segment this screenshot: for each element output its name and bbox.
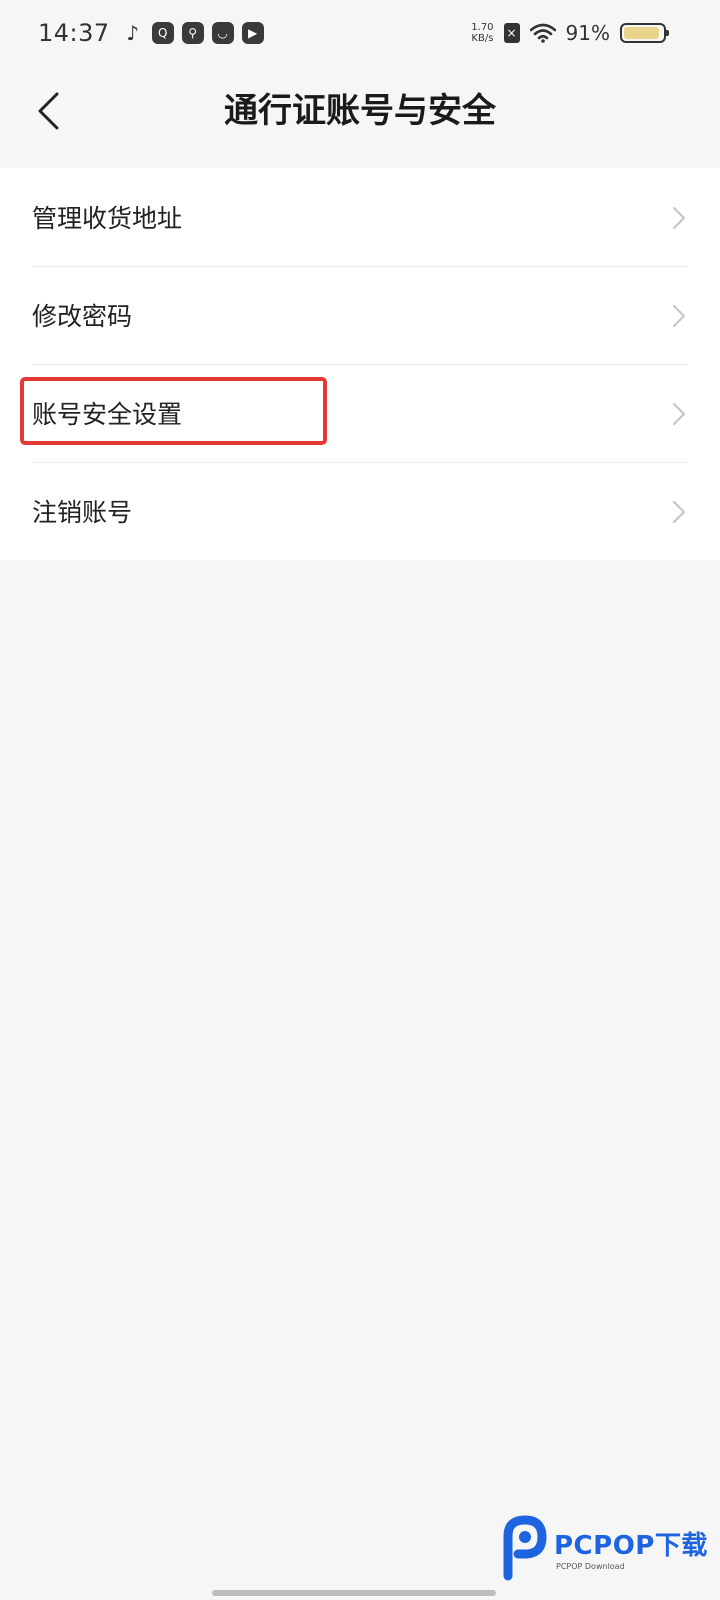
network-speed-value: 1.70 xyxy=(471,22,494,33)
chevron-right-icon xyxy=(673,403,685,425)
header: 通行证账号与安全 xyxy=(0,66,720,166)
chevron-right-icon xyxy=(673,501,685,523)
menu-item-label: 注销账号 xyxy=(32,498,133,527)
page-title: 通行证账号与安全 xyxy=(224,91,496,131)
watermark-text: PCPOP下载 xyxy=(554,1531,708,1561)
tiktok-icon: ♪ xyxy=(126,21,140,45)
wifi-icon xyxy=(529,23,556,43)
status-indicators: 1.70 KB/s × 91% xyxy=(471,18,669,48)
pcpop-logo-icon xyxy=(503,1515,547,1581)
status-time: 14:37 xyxy=(38,19,110,47)
menu-list: 管理收货地址 修改密码 账号安全设置 注销账号 xyxy=(0,168,720,560)
home-indicator[interactable] xyxy=(212,1590,496,1596)
status-bar: 14:37 ♪ Q ⚲ ◡ ▶ 1.70 KB/s × 91% xyxy=(0,0,720,66)
chevron-right-icon xyxy=(673,305,685,327)
menu-item-cancel-account[interactable]: 注销账号 xyxy=(0,462,720,560)
sim-disabled-icon: × xyxy=(503,23,520,43)
chevron-right-icon xyxy=(673,207,685,229)
network-speed-unit: KB/s xyxy=(471,33,494,44)
menu-item-label: 管理收货地址 xyxy=(32,204,183,233)
play-icon: ▶ xyxy=(241,22,264,44)
battery-percent: 91% xyxy=(565,21,610,45)
network-speed: 1.70 KB/s xyxy=(471,22,493,44)
menu-item-label: 账号安全设置 xyxy=(32,400,183,429)
menu-item-change-password[interactable]: 修改密码 xyxy=(0,266,720,364)
watermark-subtext: PCPOP Download xyxy=(556,1562,625,1571)
q-browser-icon: Q xyxy=(151,22,174,44)
battery-level xyxy=(624,27,659,39)
notification-icons: ♪ Q ⚲ ◡ ▶ xyxy=(122,22,264,44)
menu-item-label: 修改密码 xyxy=(32,302,133,331)
watermark: PCPOP下载 PCPOP Download xyxy=(498,1508,713,1588)
search-app-icon: ⚲ xyxy=(181,22,204,44)
menu-item-manage-address[interactable]: 管理收货地址 xyxy=(0,168,720,266)
shopping-bag-icon: ◡ xyxy=(211,22,234,44)
menu-item-account-security-settings[interactable]: 账号安全设置 xyxy=(0,364,720,462)
battery-icon xyxy=(620,23,669,43)
